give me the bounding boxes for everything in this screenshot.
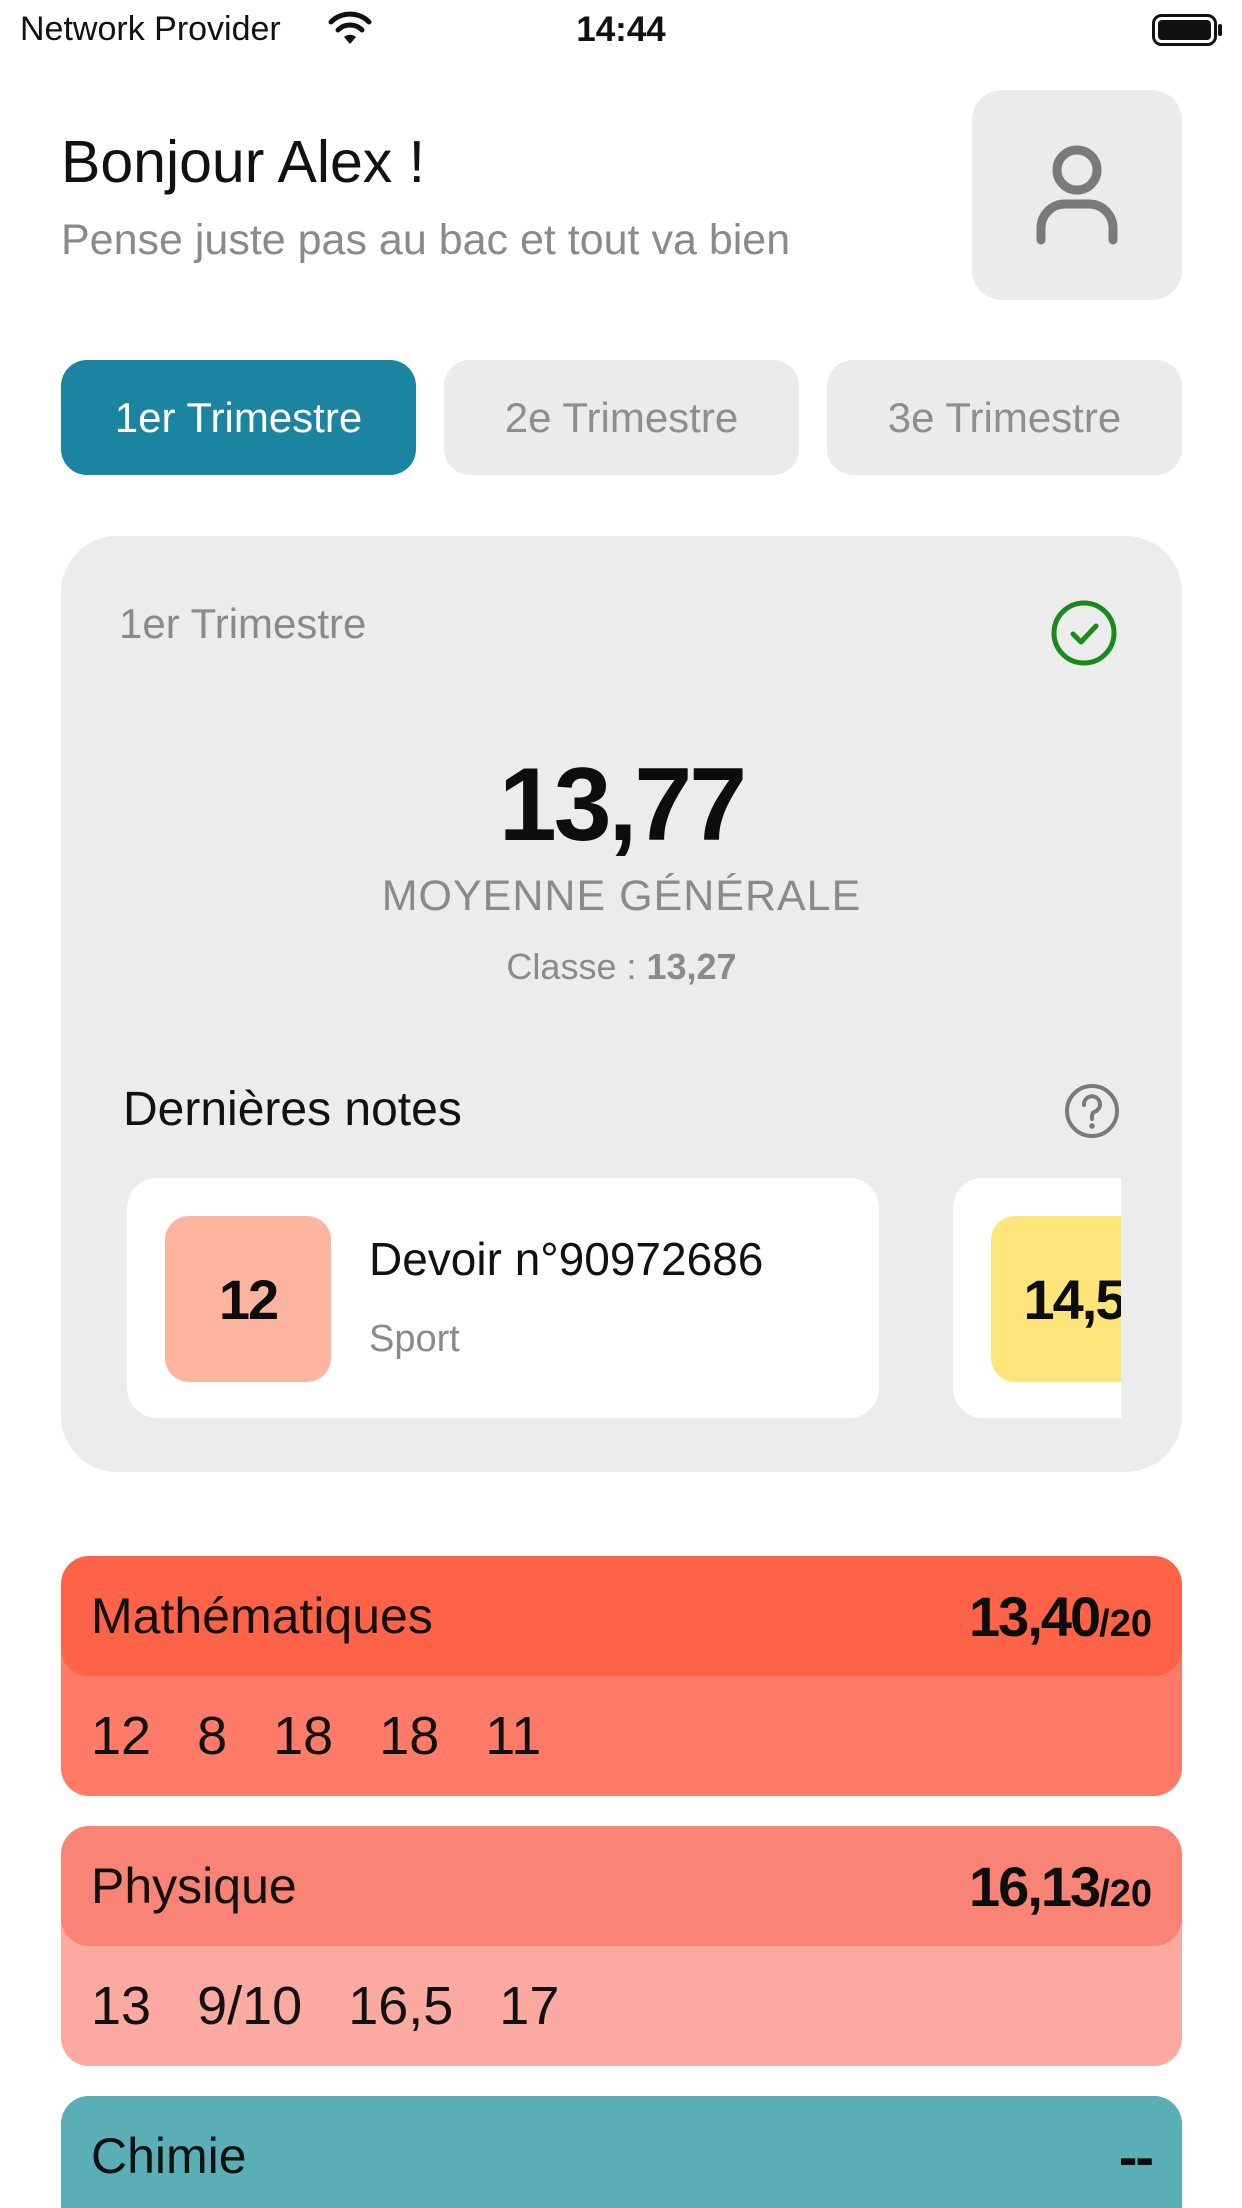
subject-average-value: 13,40 bbox=[969, 1584, 1101, 1648]
status-bar: Network Provider 14:44 bbox=[0, 0, 1242, 62]
note-score: 12 bbox=[165, 1216, 331, 1382]
class-average-value: 13,27 bbox=[646, 946, 737, 987]
check-circle-icon bbox=[1051, 600, 1117, 666]
subject-name: Mathématiques bbox=[91, 1588, 433, 1644]
subject-average: -- bbox=[1118, 2124, 1154, 2189]
subject-header: Mathématiques 13,40/20 bbox=[61, 1556, 1182, 1676]
note-card[interactable]: 12 Devoir n°90972686 Sport bbox=[127, 1178, 879, 1418]
subject-card-chimie[interactable]: Chimie -- bbox=[61, 2096, 1182, 2208]
tab-1er-trimestre[interactable]: 1er Trimestre bbox=[61, 360, 416, 475]
grade-item: 18 bbox=[273, 1706, 334, 1766]
subject-header: Chimie -- bbox=[61, 2096, 1182, 2208]
subject-card-physique[interactable]: Physique 16,13/20 13 9/10 16,5 17 bbox=[61, 1826, 1182, 2066]
subject-grades: 12 8 18 18 11 bbox=[61, 1676, 1182, 1796]
subject-name: Chimie bbox=[91, 2128, 247, 2184]
grade-item: 17 bbox=[499, 1976, 560, 2036]
greeting-subtitle: Pense juste pas au bac et tout va bien bbox=[61, 216, 791, 264]
subject-header: Physique 16,13/20 bbox=[61, 1826, 1182, 1946]
class-average: Classe : 13,27 bbox=[61, 946, 1182, 988]
note-title: Devoir n°90972686 bbox=[369, 1233, 764, 1285]
battery-icon bbox=[1152, 14, 1222, 46]
grade-item: 9/10 bbox=[197, 1976, 303, 2036]
subject-average-suffix: /20 bbox=[1099, 1602, 1152, 1645]
class-average-prefix: Classe : bbox=[506, 946, 647, 987]
summary-term-label: 1er Trimestre bbox=[119, 600, 367, 647]
trimester-tabs: 1er Trimestre 2e Trimestre 3e Trimestre bbox=[61, 360, 1182, 475]
subject-grades: 13 9/10 16,5 17 bbox=[61, 1946, 1182, 2066]
note-score: 14,5 bbox=[991, 1216, 1121, 1382]
note-card[interactable]: 14,5 bbox=[953, 1178, 1121, 1418]
subject-average-suffix: /20 bbox=[1099, 1872, 1152, 1915]
subject-average-value: 16,13 bbox=[969, 1854, 1101, 1918]
subject-average: 16,13/20 bbox=[969, 1854, 1152, 1919]
greeting-title: Bonjour Alex ! bbox=[61, 129, 426, 195]
grade-item: 11 bbox=[485, 1706, 542, 1766]
note-subject: Sport bbox=[369, 1318, 460, 1360]
subject-name: Physique bbox=[91, 1858, 297, 1914]
subject-average-value: -- bbox=[1118, 2124, 1154, 2188]
trimester-summary-card: 1er Trimestre 13,77 MOYENNE GÉNÉRALE Cla… bbox=[61, 536, 1182, 1472]
subject-average: 13,40/20 bbox=[969, 1584, 1152, 1649]
general-average-value: 13,77 bbox=[498, 747, 747, 863]
help-icon[interactable] bbox=[1063, 1082, 1121, 1140]
grade-item: 8 bbox=[197, 1706, 228, 1766]
profile-button[interactable] bbox=[972, 90, 1182, 300]
tab-3e-trimestre[interactable]: 3e Trimestre bbox=[827, 360, 1182, 475]
last-notes-carousel[interactable]: 12 Devoir n°90972686 Sport 14,5 bbox=[127, 1178, 1121, 1418]
last-notes-title: Dernières notes bbox=[123, 1083, 462, 1136]
general-average-label: MOYENNE GÉNÉRALE bbox=[381, 872, 862, 920]
user-icon bbox=[1036, 145, 1118, 245]
grade-item: 13 bbox=[91, 1976, 152, 2036]
grade-item: 18 bbox=[379, 1706, 440, 1766]
grade-item: 12 bbox=[91, 1706, 152, 1766]
tab-2e-trimestre[interactable]: 2e Trimestre bbox=[444, 360, 799, 475]
subject-card-mathematiques[interactable]: Mathématiques 13,40/20 12 8 18 18 11 bbox=[61, 1556, 1182, 1796]
grade-item: 16,5 bbox=[348, 1976, 454, 2036]
clock: 14:44 bbox=[576, 10, 666, 49]
